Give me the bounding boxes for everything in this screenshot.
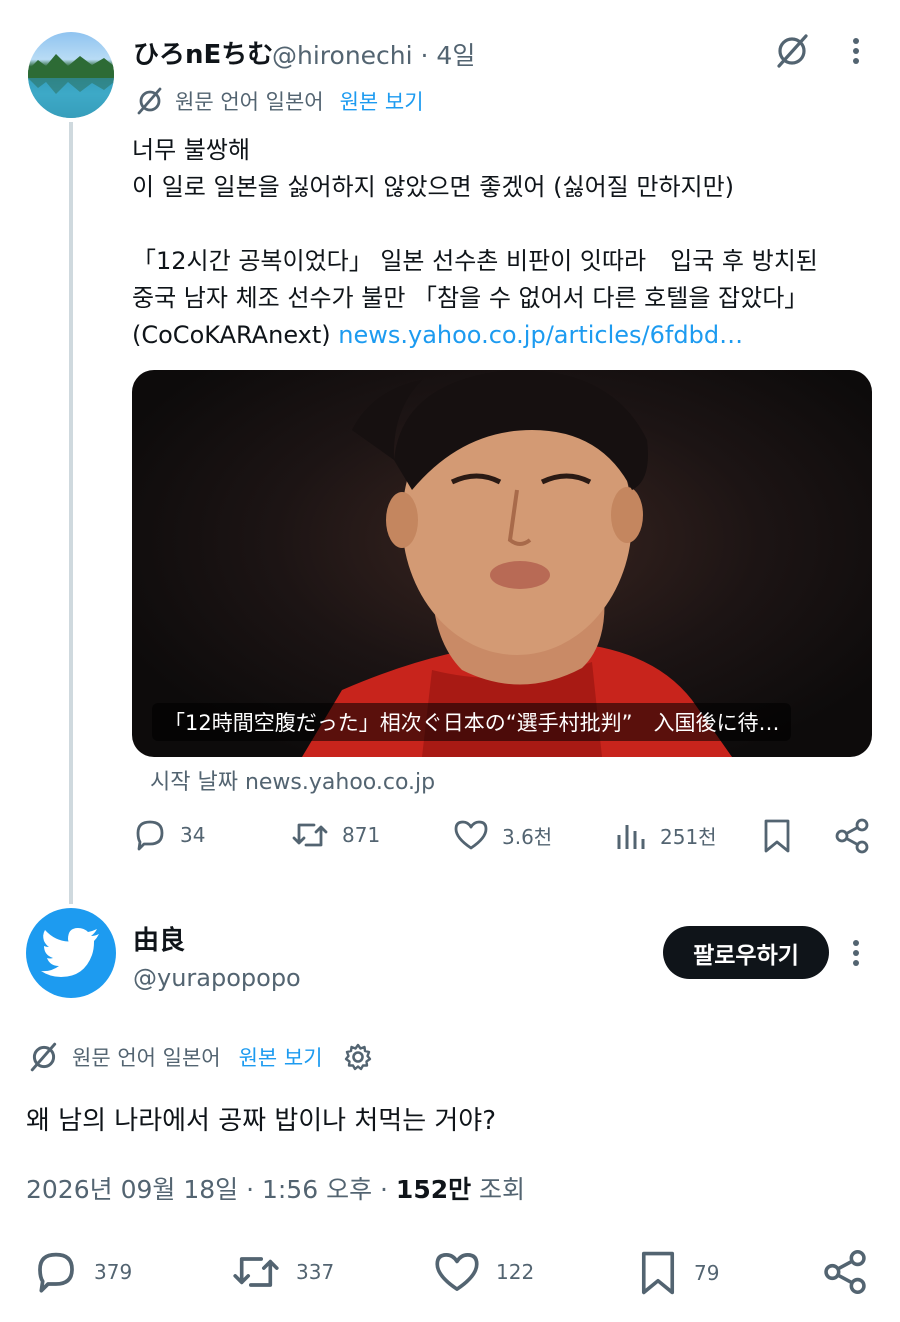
follow-button[interactable]: 팔로우하기: [663, 926, 829, 979]
reply-count: 379: [94, 1260, 133, 1284]
repost-count: 871: [342, 823, 381, 847]
translate-icon: [135, 86, 165, 116]
handle[interactable]: @yurapopopo: [133, 964, 301, 992]
share-button[interactable]: [822, 1248, 868, 1296]
translate-icon: [28, 1041, 60, 1073]
settings-icon[interactable]: [343, 1042, 373, 1072]
reply-count: 34: [180, 823, 206, 847]
share-button[interactable]: [834, 817, 870, 855]
views-icon: [614, 817, 648, 853]
views-count: 152만: [395, 1175, 472, 1204]
like-button[interactable]: 3.6천: [452, 817, 552, 853]
like-icon: [432, 1248, 482, 1296]
display-name[interactable]: ひろnEちむ: [133, 34, 273, 71]
grok-icon[interactable]: [772, 31, 812, 71]
tweet-text: 왜 남의 나라에서 공짜 밥이나 처먹는 거야?: [26, 1106, 497, 1136]
views-count: 251천: [660, 824, 717, 849]
reply-button[interactable]: 379: [32, 1248, 132, 1296]
like-count: 122: [496, 1260, 535, 1284]
bookmark-icon: [760, 817, 794, 855]
tweet-meta: 2026년 09월 18일 · 1:56 오후 · 152만 조회: [26, 1170, 525, 1206]
bookmark-count: 79: [694, 1261, 720, 1285]
repost-button[interactable]: 337: [230, 1248, 334, 1296]
bookmark-icon: [636, 1248, 680, 1298]
like-count: 3.6천: [502, 824, 553, 849]
repost-count: 337: [296, 1260, 335, 1284]
like-button[interactable]: 122: [432, 1248, 534, 1296]
more-icon[interactable]: [844, 36, 868, 68]
translation-label: 원문 언어 일본어: [72, 1046, 221, 1070]
bookmark-button[interactable]: [760, 817, 794, 855]
more-icon[interactable]: [844, 938, 868, 970]
views-button[interactable]: 251천: [614, 817, 717, 853]
article-link[interactable]: news.yahoo.co.jp/articles/6fdbd…: [338, 321, 743, 349]
avatar[interactable]: [28, 32, 114, 118]
tweet-datetime[interactable]: 2026년 09월 18일 · 1:56 오후 ·: [26, 1175, 396, 1204]
translation-bar: 원문 언어 일본어 원본 보기: [28, 1040, 373, 1074]
show-original-link[interactable]: 원본 보기: [239, 1042, 323, 1072]
tweet-text: 너무 불쌍해 이 일로 일본을 싫어하지 않았으면 좋겠어 (싫어질 만하지만)…: [132, 132, 852, 354]
translation-bar: 원문 언어 일본어 원본 보기: [135, 86, 424, 116]
avatar-landscape-image: [28, 54, 114, 118]
repost-icon: [290, 817, 330, 853]
link-card[interactable]: 「12時間空腹だった」相次ぐ日本の“選手村批判” 入国後に待…: [132, 370, 872, 757]
share-icon: [822, 1248, 868, 1296]
reply-icon: [132, 817, 168, 853]
card-caption: 「12時間空腹だった」相次ぐ日本の“選手村批判” 入国後に待…: [152, 703, 792, 741]
translation-label: 원문 언어 일본어: [175, 90, 324, 114]
thread-line: [69, 122, 73, 904]
views-label: 조회: [471, 1175, 526, 1204]
twitter-bird-icon: [41, 928, 101, 978]
like-icon: [452, 817, 490, 853]
display-name[interactable]: 由良: [133, 920, 185, 957]
reply-button[interactable]: 34: [132, 817, 205, 853]
card-source[interactable]: 시작 날짜 news.yahoo.co.jp: [150, 764, 435, 796]
show-original-link[interactable]: 원본 보기: [340, 86, 424, 116]
avatar[interactable]: [26, 908, 116, 998]
share-icon: [834, 817, 870, 855]
repost-icon: [230, 1248, 282, 1296]
handle-and-time[interactable]: @hironechi · 4일: [272, 36, 475, 72]
reply-icon: [32, 1248, 80, 1296]
repost-button[interactable]: 871: [290, 817, 380, 853]
bookmark-button[interactable]: 79: [636, 1248, 719, 1298]
card-image: [302, 370, 732, 757]
tweet-text-body: 너무 불쌍해 이 일로 일본을 싫어하지 않았으면 좋겠어 (싫어질 만하지만)…: [132, 136, 818, 349]
